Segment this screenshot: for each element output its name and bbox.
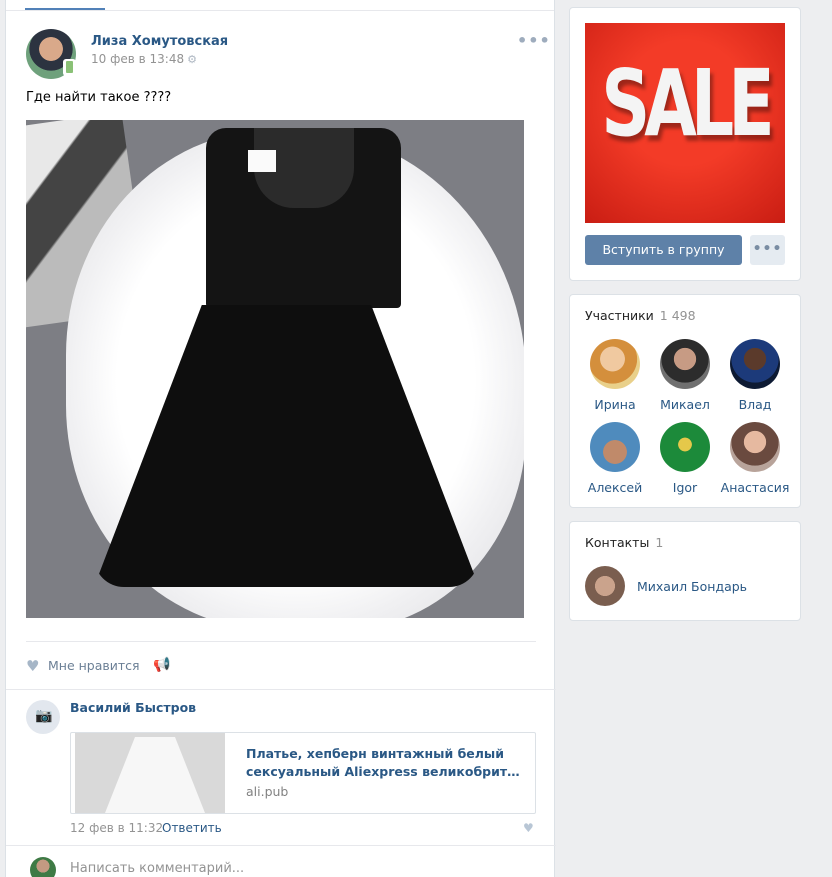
dress-tag-shape bbox=[248, 150, 276, 172]
members-title: Участники bbox=[585, 308, 654, 323]
group-more-button[interactable]: ••• bbox=[750, 235, 785, 265]
post-author-name[interactable]: Лиза Хомутовская bbox=[91, 34, 228, 49]
current-user-avatar bbox=[30, 857, 56, 877]
comment-date[interactable]: 12 фев в 11:32 bbox=[70, 821, 163, 835]
member-item[interactable]: Ирина bbox=[576, 339, 654, 412]
member-name: Влад bbox=[738, 397, 772, 412]
post-date[interactable]: 10 фев в 13:48 ⚙ bbox=[91, 52, 197, 66]
link-title[interactable]: Платье, хепберн винтажный белый сексуаль… bbox=[246, 745, 526, 781]
write-comment-divider bbox=[6, 845, 556, 846]
like-heart-icon[interactable]: ♥ bbox=[26, 657, 39, 675]
member-item[interactable]: Микаел bbox=[646, 339, 724, 412]
actions-divider bbox=[26, 641, 536, 642]
member-item[interactable]: Igor bbox=[646, 422, 724, 495]
contacts-header[interactable]: Контакты 1 bbox=[585, 535, 663, 550]
contacts-title: Контакты bbox=[585, 535, 650, 550]
group-card: SALE Вступить в группу ••• bbox=[569, 7, 801, 281]
gear-icon: ⚙ bbox=[187, 53, 197, 66]
member-name: Микаел bbox=[660, 397, 710, 412]
member-name: Алексей bbox=[587, 480, 643, 495]
contacts-card: Контакты 1 Михаил Бондарь bbox=[569, 521, 801, 621]
members-header[interactable]: Участники 1 498 bbox=[585, 308, 696, 323]
camera-icon: 📷 bbox=[35, 708, 53, 724]
member-item[interactable]: Алексей bbox=[576, 422, 654, 495]
sale-cover-text: SALE bbox=[601, 51, 774, 158]
megaphone-share-icon[interactable]: 📢 bbox=[153, 657, 170, 673]
comment-like-heart-icon[interactable]: ♥ bbox=[523, 821, 534, 835]
write-comment-input[interactable]: Написать комментарий... bbox=[70, 861, 244, 876]
member-avatar bbox=[660, 339, 710, 389]
comment-author-name[interactable]: Василий Быстров bbox=[70, 700, 196, 715]
post-photo[interactable] bbox=[26, 120, 524, 618]
link-title-line-1: Платье, хепберн винтажный белый bbox=[246, 746, 504, 761]
contact-avatar[interactable] bbox=[585, 566, 625, 606]
link-title-line-2: сексуальный Aliexpress великобритании ле… bbox=[246, 764, 526, 779]
link-domain: ali.pub bbox=[246, 784, 289, 799]
contacts-count: 1 bbox=[655, 535, 664, 550]
tab-divider bbox=[6, 10, 554, 11]
join-group-button[interactable]: Вступить в группу bbox=[585, 235, 742, 265]
wall-post: Лиза Хомутовская 10 фев в 13:48 ⚙ ••• Где… bbox=[5, 0, 556, 877]
link-thumbnail bbox=[75, 733, 225, 813]
like-button[interactable]: Мне нравится bbox=[48, 658, 140, 673]
post-actions-menu-icon[interactable]: ••• bbox=[517, 31, 551, 50]
mobile-online-icon bbox=[63, 59, 76, 76]
member-name: Анастасия bbox=[720, 480, 790, 495]
commenter-avatar[interactable]: 📷 bbox=[26, 700, 60, 734]
contact-name[interactable]: Михаил Бондарь bbox=[637, 579, 747, 594]
member-name: Ирина bbox=[594, 397, 636, 412]
link-preview-card[interactable]: Платье, хепберн винтажный белый сексуаль… bbox=[70, 732, 536, 814]
members-card: Участники 1 498 Ирина Микаел Влад Алексей… bbox=[569, 294, 801, 508]
member-avatar bbox=[590, 422, 640, 472]
post-text: Где найти такое ???? bbox=[26, 90, 172, 105]
members-count: 1 498 bbox=[659, 308, 696, 323]
reply-button[interactable]: Ответить bbox=[162, 821, 222, 835]
member-avatar bbox=[730, 422, 780, 472]
group-cover-image[interactable]: SALE bbox=[585, 23, 785, 223]
member-avatar bbox=[660, 422, 710, 472]
member-item[interactable]: Анастасия bbox=[716, 422, 794, 495]
comments-divider bbox=[6, 689, 556, 690]
member-avatar bbox=[730, 339, 780, 389]
member-avatar bbox=[590, 339, 640, 389]
post-date-text: 10 фев в 13:48 bbox=[91, 52, 185, 66]
member-name: Igor bbox=[672, 480, 698, 495]
member-item[interactable]: Влад bbox=[716, 339, 794, 412]
